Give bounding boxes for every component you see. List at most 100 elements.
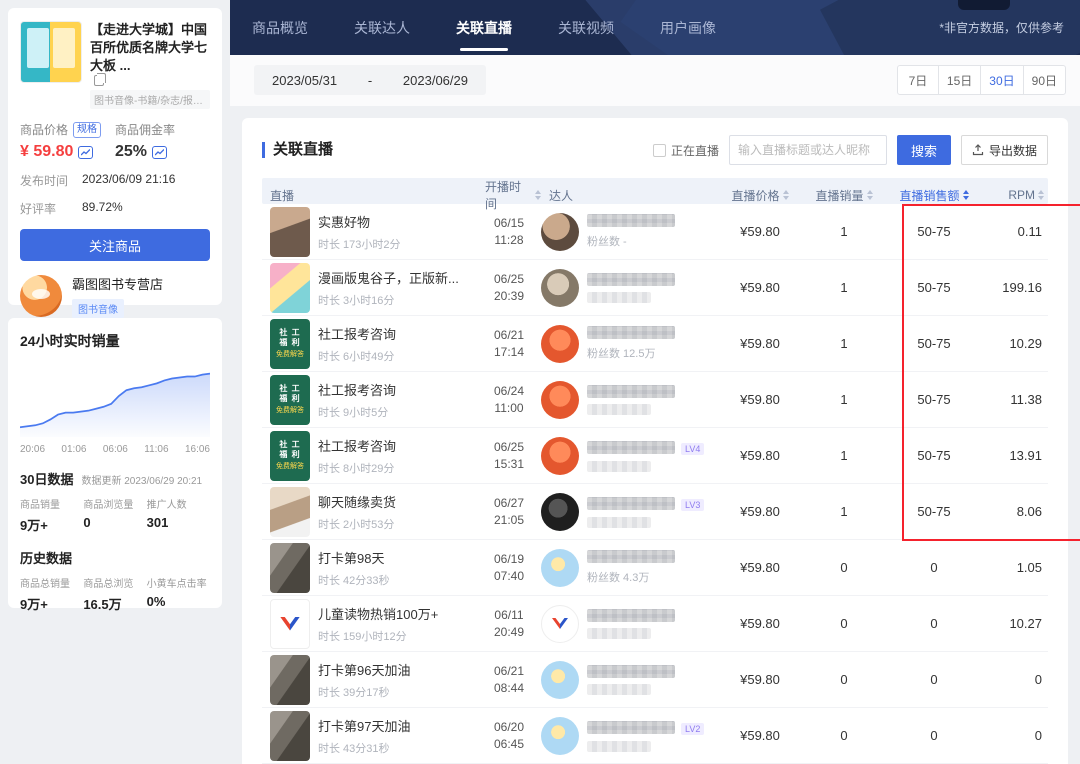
- shop-name[interactable]: 霸图图书专营店: [72, 274, 163, 293]
- live-now-checkbox[interactable]: [652, 143, 666, 157]
- spec-badge[interactable]: 规格: [73, 121, 102, 138]
- date-range-picker[interactable]: 2023/05/31 - 2023/06/29: [254, 65, 486, 95]
- col-header-gmv[interactable]: 直播销售额: [884, 187, 984, 204]
- period-button[interactable]: 90日: [1022, 66, 1065, 94]
- live-rpm-cell: 13.91: [1009, 448, 1042, 463]
- period-button[interactable]: 15日: [937, 66, 980, 94]
- sort-icon[interactable]: [1038, 190, 1044, 200]
- start-date: 06/19: [493, 551, 525, 566]
- nav-tab[interactable]: 关联达人: [354, 0, 410, 55]
- live-duration: 时长 43分31秒: [318, 742, 390, 755]
- table-row[interactable]: 打卡第96天加油 时长 39分17秒 06/21 08:44 ¥59.80 0 …: [262, 652, 1048, 708]
- live-thumbnail: 社 工福 利免费解答: [270, 430, 310, 481]
- talent-avatar[interactable]: [541, 212, 579, 251]
- table-row[interactable]: 漫画版鬼谷子，正版新... 时长 3小时16分 06/25 20:39 ¥59.…: [262, 260, 1048, 316]
- talent-name-blurred: [587, 664, 675, 678]
- live-thumbnail: [270, 542, 310, 593]
- live-title: 社工报考咨询: [318, 438, 397, 454]
- live-thumbnail: [270, 262, 310, 313]
- talent-avatar[interactable]: [541, 380, 579, 419]
- sort-icon[interactable]: [782, 190, 789, 200]
- top-nav: 商品概览 关联达人 关联直播 关联视频 用户画像 *非官方数据，仅供参考: [230, 0, 1080, 55]
- start-date: 06/24: [493, 383, 525, 398]
- talent-avatar[interactable]: [541, 604, 579, 643]
- talent-avatar[interactable]: [541, 660, 579, 699]
- live-price-cell: ¥59.80: [740, 616, 780, 631]
- product-price: ¥ 59.80: [20, 143, 74, 160]
- period-button[interactable]: 30日: [980, 66, 1022, 94]
- start-clock: 11:28: [494, 232, 524, 247]
- talent-avatar[interactable]: [541, 324, 579, 363]
- start-time-cell: 06/27 21:05: [477, 495, 541, 529]
- nav-tab[interactable]: 关联视频: [558, 0, 614, 55]
- release-time-value: 2023/06/09 21:16: [82, 172, 176, 186]
- live-gmv-cell: 50-75: [917, 504, 951, 519]
- nav-tab[interactable]: 用户画像: [660, 0, 716, 55]
- table-row[interactable]: 聊天随缘卖货 时长 2小时53分 06/27 21:05 LV3 ¥59.80 …: [262, 484, 1048, 540]
- live-duration: 时长 6小时49分: [318, 350, 395, 363]
- table-body: 实惠好物 时长 173小时2分 06/15 11:28 粉丝数 - ¥59.80…: [262, 204, 1080, 764]
- live-now-label: 正在直播: [670, 143, 719, 158]
- live-gmv-cell: 0: [930, 672, 938, 687]
- talent-avatar[interactable]: [541, 436, 579, 475]
- start-date: 06/25: [493, 271, 525, 286]
- commission-trend-chart-icon[interactable]: [152, 145, 168, 159]
- start-time-cell: 06/24 11:00: [477, 383, 541, 417]
- search-button[interactable]: 搜索: [896, 135, 951, 165]
- price-label-row: 商品价格 规格: [20, 121, 115, 138]
- stat-value: 9万+: [20, 518, 48, 533]
- col-header-live[interactable]: 直播: [262, 187, 477, 204]
- table-row[interactable]: 社 工福 利免费解答 社工报考咨询 时长 8小时29分 06/25 15:31 …: [262, 428, 1048, 484]
- search-input[interactable]: [728, 135, 887, 165]
- start-date: 06/27: [493, 495, 525, 510]
- table-row[interactable]: 社 工福 利免费解答 社工报考咨询 时长 9小时5分 06/24 11:00 ¥…: [262, 372, 1048, 428]
- export-data-button[interactable]: 导出数据: [960, 135, 1048, 165]
- start-clock: 21:05: [493, 512, 525, 527]
- col-label: 直播: [270, 188, 295, 203]
- table-row[interactable]: 儿童读物热销100万+ 时长 159小时12分 06/11 20:49 ¥59.…: [262, 596, 1048, 652]
- nav-tab-label: 关联视频: [558, 19, 614, 36]
- live-price-cell: ¥59.80: [740, 728, 780, 743]
- follow-product-button[interactable]: 关注商品: [20, 229, 210, 261]
- col-header-price[interactable]: 直播价格: [716, 187, 804, 204]
- live-duration: 时长 2小时53分: [318, 518, 395, 531]
- table-row[interactable]: 社 工福 利免费解答 社工报考咨询 时长 6小时49分 06/21 17:14 …: [262, 316, 1048, 372]
- table-row[interactable]: 打卡第98天 时长 42分33秒 06/19 07:40 粉丝数 4.3万 ¥5…: [262, 540, 1048, 596]
- talent-avatar[interactable]: [541, 492, 579, 531]
- start-clock: 08:44: [493, 680, 525, 695]
- talent-avatar[interactable]: [541, 716, 579, 755]
- live-now-checkbox-wrap[interactable]: 正在直播: [652, 142, 719, 159]
- live-thumbnail: [270, 598, 310, 649]
- price-trend-chart-icon[interactable]: [78, 145, 94, 159]
- col-label: 直播价格: [731, 188, 780, 203]
- col-header-rpm[interactable]: RPM: [984, 188, 1048, 202]
- stat-value: 0: [83, 515, 91, 530]
- col-header-talent[interactable]: 达人: [541, 187, 716, 204]
- sort-icon[interactable]: [866, 190, 873, 200]
- stat-label: 商品总销量: [20, 579, 70, 590]
- nav-tab[interactable]: 关联直播: [456, 0, 512, 55]
- talent-avatar[interactable]: [541, 548, 579, 587]
- start-clock: 15:31: [493, 456, 525, 471]
- period-button[interactable]: 7日: [898, 66, 938, 94]
- stat-item: 推广人数 301: [147, 496, 210, 534]
- talent-avatar[interactable]: [541, 268, 579, 307]
- stats-card: 24小时实时销量 20:06 01:06 06:06 11:06 16:06 30日数据…: [8, 318, 222, 612]
- talent-fans: 粉丝数 12.5万: [587, 348, 656, 360]
- talent-name-blurred: [587, 440, 675, 454]
- table-row[interactable]: 打卡第97天加油 时长 43分31秒 06/20 06:45 LV2 ¥59.8…: [262, 708, 1048, 764]
- col-label: 达人: [549, 188, 574, 203]
- rating-value: 89.72%: [82, 200, 123, 214]
- nav-tab[interactable]: 商品概览: [252, 0, 308, 55]
- start-time-cell: 06/21 17:14: [477, 327, 541, 361]
- talent-fans: [587, 291, 681, 303]
- live-thumbnail: 社 工福 利免费解答: [270, 374, 310, 425]
- table-row[interactable]: 实惠好物 时长 173小时2分 06/15 11:28 粉丝数 - ¥59.80…: [262, 204, 1048, 260]
- sort-icon[interactable]: [962, 190, 969, 200]
- copy-icon[interactable]: [94, 73, 106, 86]
- talent-level-badge-slot: LV4: [681, 440, 705, 455]
- start-clock: 07:40: [493, 568, 525, 583]
- col-header-sales[interactable]: 直播销量: [804, 187, 884, 204]
- talent-fans: 粉丝数 -: [587, 236, 627, 248]
- product-title: 【走进大学城】中国百所优质名牌大学七大板 ...: [90, 21, 210, 86]
